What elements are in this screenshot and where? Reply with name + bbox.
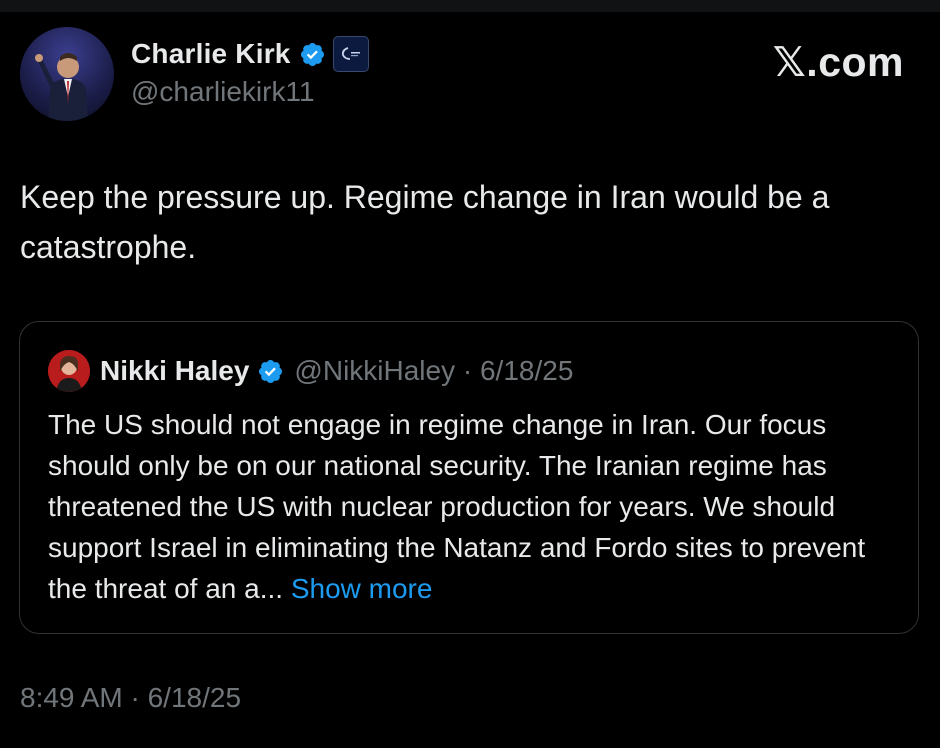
x-logo-label: 𝕏.com: [772, 39, 904, 85]
author-block: Charlie Kirk @charliekirk11: [131, 34, 369, 108]
quoted-handle-and-date[interactable]: @NikkiHaley · 6/18/25: [294, 355, 573, 387]
author-handle[interactable]: @charliekirk11: [131, 76, 369, 108]
verified-badge-icon[interactable]: [299, 41, 326, 68]
tweet-text: Keep the pressure up. Regime change in I…: [20, 179, 830, 265]
author-avatar[interactable]: [20, 27, 114, 121]
quoted-tweet-header: Nikki Haley @NikkiHaley · 6/18/25: [48, 350, 573, 392]
quoted-verified-badge-icon[interactable]: [257, 358, 284, 385]
quoted-tweet-body: The US should not engage in regime chang…: [48, 409, 866, 604]
affiliate-org-icon[interactable]: [332, 36, 369, 72]
quoted-tweet-card[interactable]: Nikki Haley @NikkiHaley · 6/18/25 The US…: [19, 321, 919, 634]
tweet-timestamp[interactable]: 8:49 AM · 6/18/25: [20, 682, 241, 714]
quoted-author-display-name[interactable]: Nikki Haley: [100, 355, 249, 387]
top-bar: [0, 0, 940, 12]
author-name-row: Charlie Kirk: [131, 34, 369, 74]
quoted-author-avatar[interactable]: [48, 350, 90, 392]
author-display-name[interactable]: Charlie Kirk: [131, 38, 291, 70]
show-more-link[interactable]: Show more: [291, 573, 433, 604]
quoted-tweet-text: The US should not engage in regime chang…: [48, 404, 893, 609]
